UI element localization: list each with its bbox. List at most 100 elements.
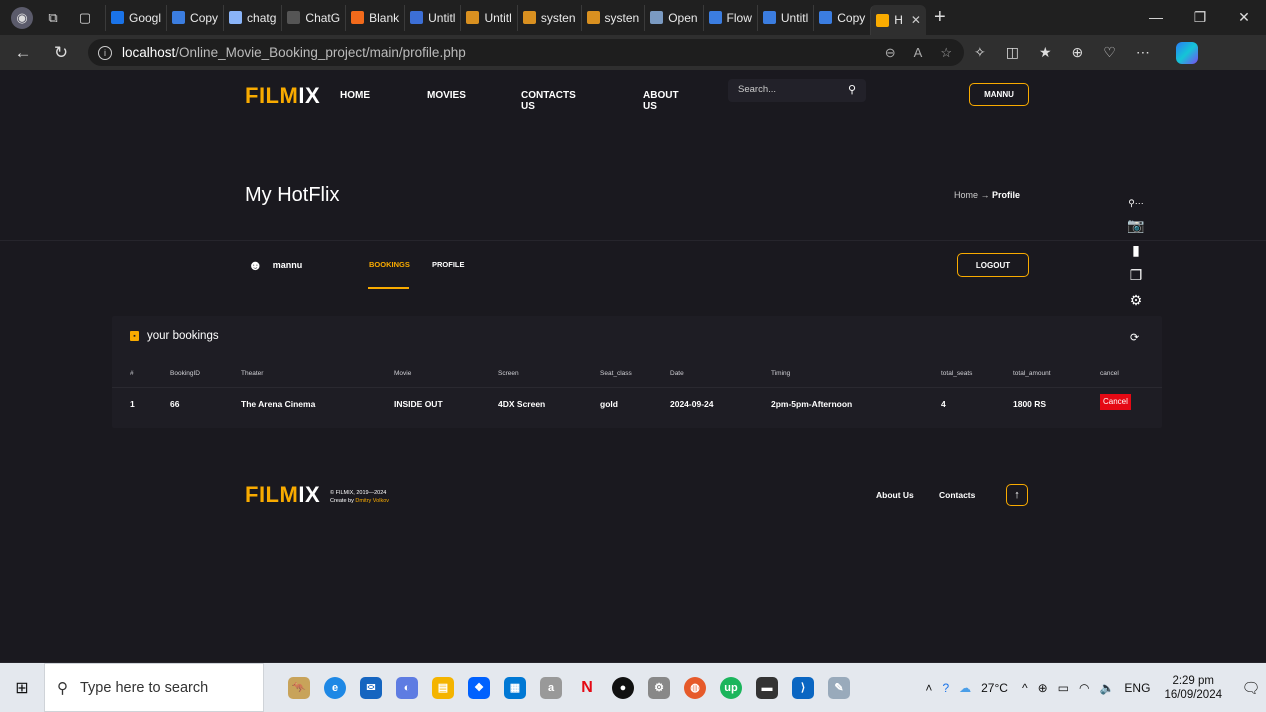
author-link[interactable]: Dmitry Volkov	[355, 498, 389, 504]
tab-bookings[interactable]: BOOKINGS	[369, 260, 410, 269]
volume-icon[interactable]: 🔈	[1099, 681, 1114, 695]
browser-tab[interactable]: chatg	[223, 4, 281, 31]
column-header[interactable]: Movie	[394, 370, 411, 377]
chrome-icon[interactable]: ◍	[684, 676, 706, 699]
record-icon[interactable]: ●	[612, 676, 634, 699]
browser-tab[interactable]: Copy	[166, 4, 223, 31]
favorite-star-icon[interactable]: ☆	[940, 45, 952, 61]
extensions-icon[interactable]: ✧	[974, 44, 986, 61]
url-field[interactable]: i localhost /Online_Movie_Booking_projec…	[88, 39, 964, 66]
column-header[interactable]: Screen	[498, 370, 519, 377]
camera-icon[interactable]: 📷	[1127, 217, 1144, 234]
nav-movies[interactable]: MOVIES	[427, 90, 466, 101]
search-input[interactable]: Search... ⚲	[728, 79, 866, 102]
help-icon[interactable]: ?	[942, 681, 949, 695]
show-hidden-icon[interactable]: ^	[1022, 681, 1028, 695]
breadcrumb-home[interactable]: Home	[954, 190, 978, 200]
column-header[interactable]: total_seats	[941, 370, 972, 377]
vscode-icon[interactable]: ⟩	[792, 676, 814, 699]
browser-tab[interactable]: Untitl	[756, 4, 813, 31]
tab-profile[interactable]: PROFILE	[432, 260, 465, 269]
windows-start-icon[interactable]: ⊞	[0, 678, 44, 698]
nav-home[interactable]: HOME	[340, 90, 370, 101]
onedrive-icon[interactable]: ⊕	[1038, 681, 1048, 695]
battery-icon[interactable]: ▭	[1058, 681, 1069, 695]
zoom-icon[interactable]: ⊖	[885, 45, 896, 61]
tab-actions-icon[interactable]: ▢	[73, 6, 97, 30]
windows-icon[interactable]: ❐	[1130, 267, 1143, 284]
browser-tab[interactable]: Untitl	[460, 4, 516, 31]
settings-gear-icon[interactable]: ⚙	[1130, 292, 1143, 309]
tray-expand-icon[interactable]: ˄	[925, 681, 932, 695]
column-header[interactable]: total_amount	[1013, 370, 1051, 377]
close-tab-icon[interactable]: ✕	[911, 13, 921, 27]
column-header[interactable]: Theater	[241, 370, 263, 377]
file-explorer-icon[interactable]: ▤	[432, 676, 454, 699]
settings-app-icon[interactable]: ⚙	[648, 676, 670, 699]
footer-link-contacts[interactable]: Contacts	[939, 490, 975, 500]
read-aloud-icon[interactable]: A	[914, 45, 923, 61]
search-icon[interactable]: ⚲	[848, 83, 856, 96]
browser-tab[interactable]: Googl	[105, 4, 166, 31]
a-app-icon[interactable]: a	[540, 676, 562, 699]
back-to-top-button[interactable]: ↑	[1006, 484, 1028, 506]
profile-icon[interactable]: ◉	[11, 6, 33, 29]
language-indicator[interactable]: ENG	[1124, 681, 1150, 695]
new-tab-button[interactable]: +	[934, 6, 946, 29]
collections-icon[interactable]: ⊕	[1072, 44, 1084, 61]
paint-icon[interactable]: ✎	[828, 676, 850, 699]
footer-link-about[interactable]: About Us	[876, 490, 914, 500]
column-header[interactable]: cancel	[1100, 370, 1119, 377]
health-icon[interactable]: ♡	[1103, 44, 1116, 61]
column-header[interactable]: Seat_class	[600, 370, 632, 377]
minimize-icon[interactable]: —	[1134, 0, 1178, 35]
wifi-icon[interactable]: ◠	[1079, 681, 1089, 695]
browser-tab[interactable]: ChatG	[281, 4, 345, 31]
browser-tab[interactable]: systen	[516, 4, 581, 31]
nav-contacts[interactable]: CONTACTS US	[521, 90, 576, 112]
more-icon[interactable]: ⋯	[1136, 44, 1150, 61]
browser-tab[interactable]: Open	[644, 4, 702, 31]
dropbox-icon[interactable]: ❖	[468, 676, 490, 699]
favorites-icon[interactable]: ★	[1039, 44, 1052, 61]
browser-tab[interactable]: Untitl	[404, 4, 460, 31]
site-info-icon[interactable]: i	[98, 45, 112, 60]
browser-tab[interactable]: Blank	[345, 4, 404, 31]
refresh-icon[interactable]: ↻	[46, 43, 76, 63]
column-header[interactable]: Date	[670, 370, 684, 377]
user-menu-button[interactable]: MANNU	[969, 83, 1029, 106]
mail-app-icon[interactable]: ✉	[360, 676, 382, 699]
close-window-icon[interactable]: ✕	[1222, 0, 1266, 35]
site-logo[interactable]: FILMIX	[245, 83, 320, 109]
back-icon[interactable]: ←	[8, 43, 38, 63]
edge-app-icon[interactable]: e	[324, 676, 346, 699]
refresh-icon[interactable]: ⟳	[1130, 331, 1139, 344]
logout-button[interactable]: LOGOUT	[957, 253, 1029, 277]
restore-icon[interactable]: ❐	[1178, 0, 1222, 35]
column-header[interactable]: Timing	[771, 370, 790, 377]
copilot-icon[interactable]	[1175, 41, 1198, 64]
browser-tab[interactable]: Copy	[813, 4, 870, 31]
weather-temp[interactable]: 27°C	[981, 681, 1008, 695]
column-header[interactable]: BookingID	[170, 370, 200, 377]
browser-tab[interactable]: systen	[580, 4, 645, 31]
notification-icon[interactable]: 🗨	[1236, 679, 1266, 697]
upwork-icon[interactable]: up	[720, 676, 742, 699]
terminal-icon[interactable]: ▬	[756, 676, 778, 699]
kangaroo-app-icon[interactable]: 🦘	[288, 676, 310, 699]
column-header[interactable]: #	[130, 370, 134, 377]
footer-logo[interactable]: FILMIX	[245, 482, 320, 508]
store-icon[interactable]: ▦	[504, 676, 526, 699]
split-screen-icon[interactable]: ◫	[1006, 44, 1019, 61]
workspaces-icon[interactable]: ⧉	[41, 6, 65, 30]
link-more-icon[interactable]: ⚲⋯	[1128, 198, 1144, 209]
cancel-button[interactable]: Cancel	[1100, 394, 1131, 410]
netflix-icon[interactable]: N	[576, 677, 598, 699]
copilot-app-icon[interactable]: ◐	[396, 676, 418, 699]
browser-tab[interactable]: H ✕	[870, 5, 926, 35]
clock[interactable]: 2:29 pm 16/09/2024	[1164, 674, 1222, 702]
nav-about[interactable]: ABOUT US	[643, 90, 679, 112]
browser-tab[interactable]: Flow	[702, 4, 757, 31]
taskbar-search-input[interactable]: ⚲ Type here to search	[44, 663, 264, 712]
video-camera-icon[interactable]: ▮	[1132, 242, 1140, 259]
